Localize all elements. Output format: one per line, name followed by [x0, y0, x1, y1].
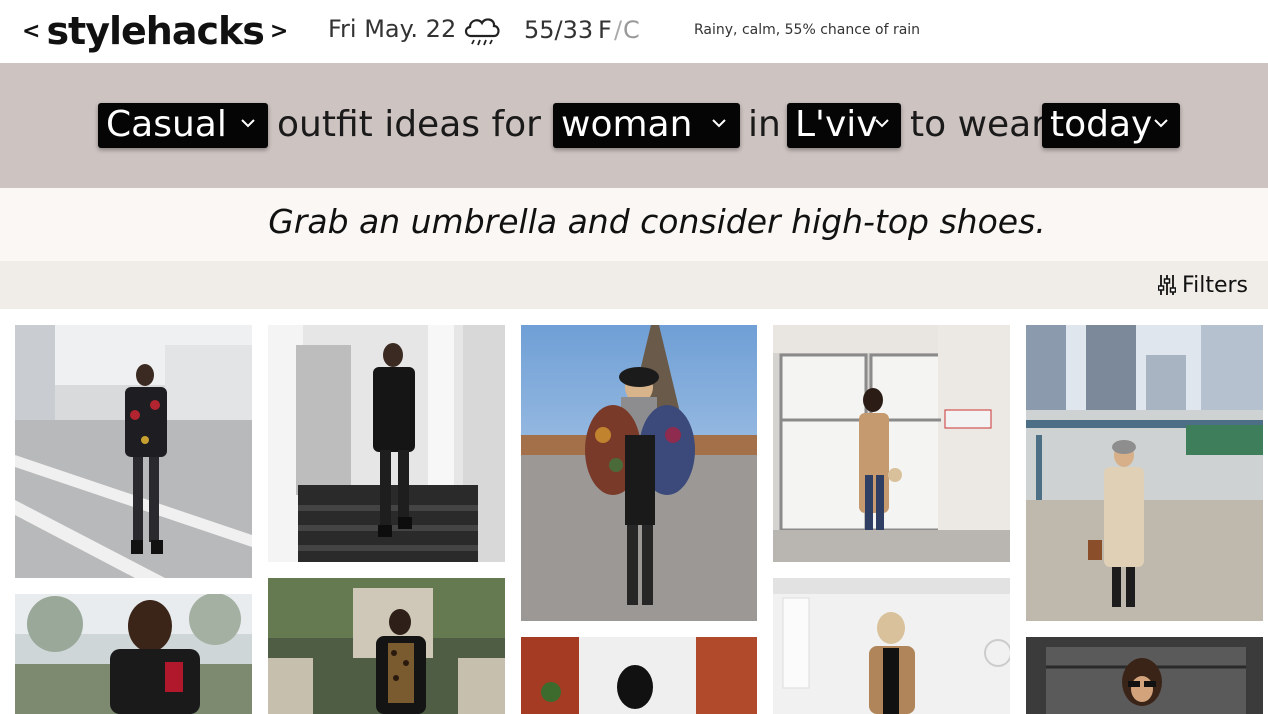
- selector-text-1: outfit ideas for a: [277, 104, 575, 145]
- outfit-photo[interactable]: [268, 325, 505, 562]
- outfit-grid: [0, 309, 1268, 714]
- selector-text-3: to wear: [910, 104, 1047, 145]
- outfit-photo[interactable]: [773, 325, 1010, 562]
- chevron-down-icon: [1154, 119, 1168, 128]
- city-dropdown[interactable]: L'viv: [787, 103, 901, 148]
- unit-fahrenheit[interactable]: F: [598, 16, 612, 44]
- weather-description: Rainy, calm, 55% chance of rain: [694, 22, 921, 38]
- logo-text[interactable]: stylehacks: [46, 9, 264, 53]
- outfit-photo[interactable]: [521, 637, 757, 714]
- filters-label: Filters: [1182, 272, 1248, 298]
- style-dropdown[interactable]: Casual: [98, 103, 268, 148]
- city-value: L'viv: [795, 104, 878, 145]
- outfit-photo[interactable]: [521, 325, 757, 621]
- chevron-down-icon: [875, 119, 889, 128]
- weather-tip-band: Grab an umbrella and consider high-top s…: [0, 188, 1268, 261]
- chevron-down-icon: [712, 119, 726, 128]
- date: Fri May. 22: [328, 15, 457, 43]
- temperature: 55/33: [524, 16, 594, 44]
- outfit-photo[interactable]: [773, 578, 1010, 714]
- top-bar: < stylehacks > Fri May. 22 55/33 F / C R…: [0, 0, 1268, 63]
- unit-separator: /: [614, 16, 623, 44]
- style-value: Casual: [106, 104, 227, 145]
- outfit-photo[interactable]: [1026, 325, 1263, 621]
- filters-button[interactable]: Filters: [1158, 271, 1248, 299]
- when-dropdown[interactable]: today: [1042, 103, 1180, 148]
- rain-cloud-icon: [462, 14, 502, 50]
- weather-tip: Grab an umbrella and consider high-top s…: [268, 202, 1046, 241]
- filter-bar: Filters: [0, 261, 1268, 309]
- outfit-photo[interactable]: [15, 594, 252, 714]
- logo-next-arrow[interactable]: >: [270, 19, 288, 44]
- when-value: today: [1050, 104, 1153, 145]
- gender-dropdown[interactable]: woman: [553, 103, 740, 148]
- sliders-icon: [1158, 275, 1177, 295]
- gender-value: woman: [561, 104, 693, 145]
- unit-celsius[interactable]: C: [623, 16, 640, 44]
- outfit-photo[interactable]: [268, 578, 505, 714]
- outfit-selector: Casual outfit ideas for a woman in L'viv…: [0, 63, 1268, 188]
- selector-text-2: in: [748, 104, 781, 145]
- outfit-photo[interactable]: [15, 325, 252, 578]
- outfit-photo[interactable]: [1026, 637, 1263, 714]
- chevron-down-icon: [241, 119, 255, 128]
- logo[interactable]: < stylehacks >: [22, 6, 288, 56]
- logo-prev-arrow[interactable]: <: [22, 19, 40, 44]
